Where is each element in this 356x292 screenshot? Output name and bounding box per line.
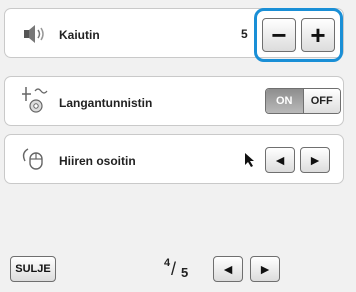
settings-screen: Kaiutin 5 − + Langantunnistin ON OFF Hii… — [0, 0, 356, 292]
page-separator: / — [171, 259, 177, 279]
page-total: 5 — [181, 265, 189, 280]
page-next-button[interactable]: ► — [250, 256, 280, 282]
thread-sensor-toggle[interactable]: ON OFF — [265, 88, 341, 114]
speaker-icon — [24, 25, 44, 43]
speaker-label: Kaiutin — [59, 28, 100, 42]
thread-sensor-icon — [22, 87, 48, 113]
mouse-pointer-label: Hiiren osoitin — [59, 154, 136, 168]
volume-down-button[interactable]: − — [262, 18, 296, 52]
cursor-arrow-icon — [245, 153, 254, 167]
volume-level: 5 — [241, 27, 248, 41]
page-current: 4 — [164, 257, 171, 269]
mouse-pointer-next-button[interactable]: ► — [300, 147, 330, 173]
mouse-icon — [22, 148, 43, 170]
thread-sensor-label: Langantunnistin — [59, 96, 153, 110]
mouse-pointer-prev-button[interactable]: ◄ — [265, 147, 295, 173]
volume-up-button[interactable]: + — [301, 18, 335, 52]
close-button[interactable]: SULJE — [10, 256, 56, 282]
page-prev-button[interactable]: ◄ — [213, 256, 243, 282]
page-indicator: 4 / 5 — [164, 257, 204, 283]
toggle-on-option[interactable]: ON — [266, 89, 304, 113]
toggle-off-option[interactable]: OFF — [303, 89, 340, 113]
